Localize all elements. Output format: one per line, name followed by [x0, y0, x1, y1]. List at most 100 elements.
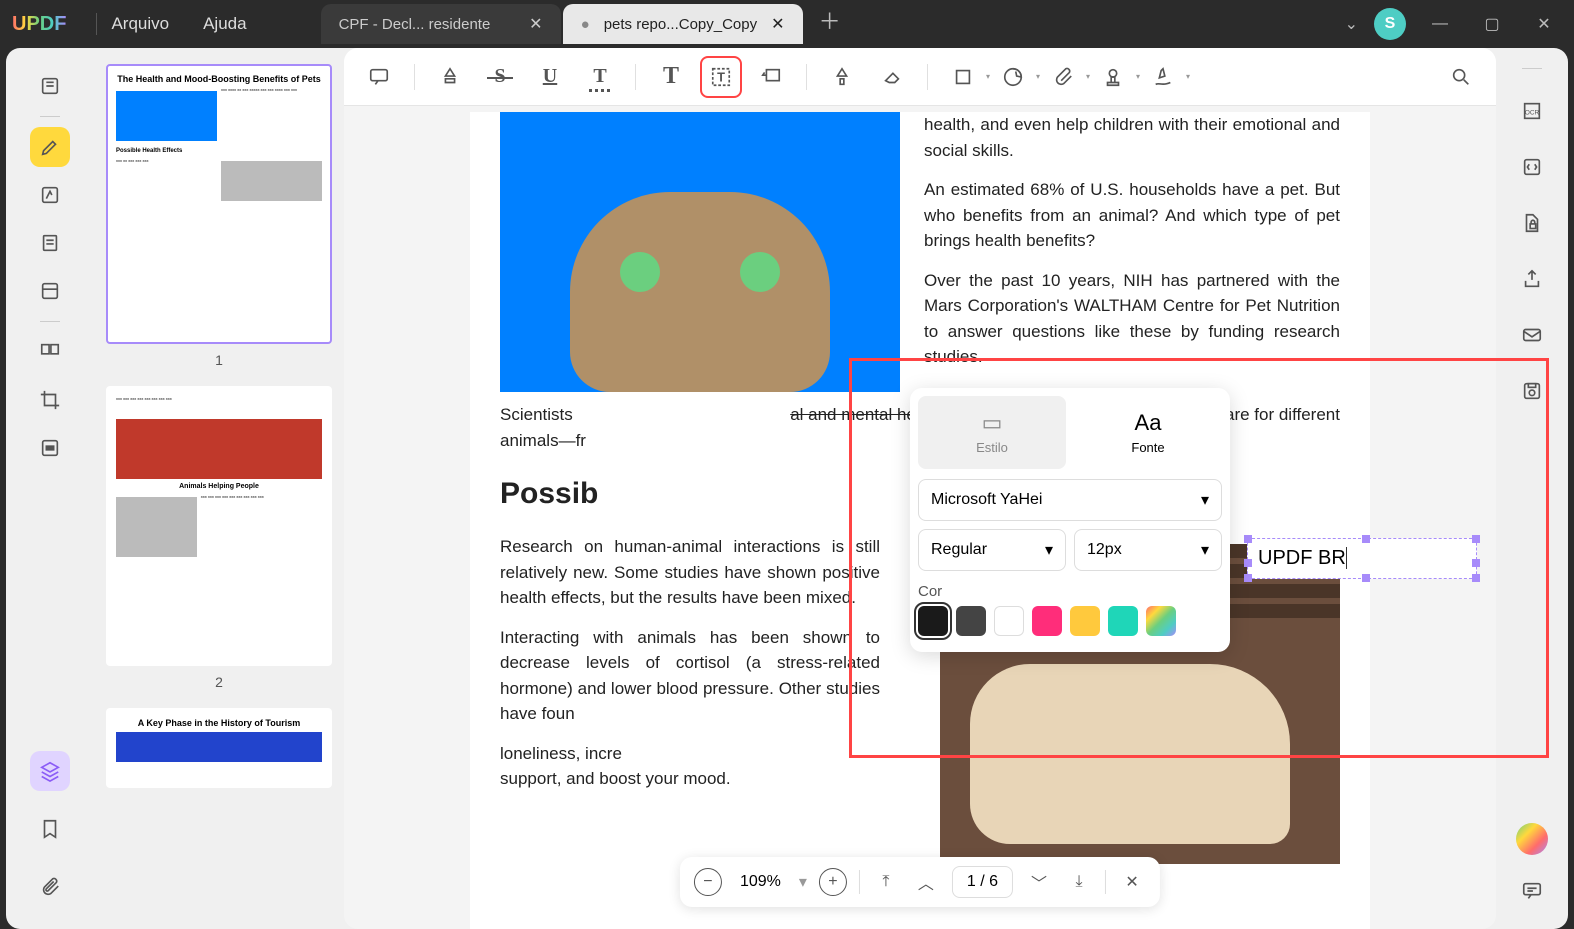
color-swatch-pink[interactable] — [1032, 606, 1062, 636]
redact-tool[interactable] — [30, 428, 70, 468]
save-icon[interactable] — [1516, 375, 1548, 407]
prev-page-button[interactable]: ︿ — [912, 868, 940, 896]
last-page-button[interactable]: ⤓ — [1065, 868, 1093, 896]
hero-image-cat — [500, 112, 900, 392]
color-swatch-white[interactable] — [994, 606, 1024, 636]
comments-panel-icon[interactable] — [1516, 875, 1548, 907]
page-input[interactable]: 1 / 6 — [952, 866, 1013, 898]
thumb-heading: Animals Helping People — [116, 483, 322, 490]
tab-add-button[interactable]: ＋ — [819, 4, 841, 44]
tab-close-icon[interactable]: ✕ — [529, 14, 542, 34]
ocr-icon[interactable]: OCR — [1516, 95, 1548, 127]
callout-icon[interactable] — [750, 56, 792, 98]
chevron-down-icon[interactable]: ▾ — [799, 872, 807, 892]
style-tab[interactable]: ▭ Estilo — [918, 396, 1066, 469]
highlight-icon[interactable] — [429, 56, 471, 98]
share-icon[interactable] — [1516, 263, 1548, 295]
main-area: S U T T T health, an — [344, 48, 1496, 929]
shape-icon[interactable] — [942, 56, 984, 98]
next-page-button[interactable]: ﹀ — [1025, 868, 1053, 896]
divider — [1522, 68, 1542, 69]
tab-bar: CPF - Decl... residente ✕ ● pets repo...… — [321, 4, 841, 44]
tab-close-icon[interactable]: ✕ — [771, 14, 784, 34]
close-button[interactable]: ✕ — [1526, 14, 1562, 34]
font-weight-select[interactable]: Regular▾ — [918, 529, 1066, 571]
pencil-icon[interactable] — [821, 56, 863, 98]
font-tab[interactable]: Aa Fonte — [1074, 396, 1222, 469]
left-toolbar-bottom — [30, 751, 70, 907]
annotate-tool[interactable] — [30, 127, 70, 167]
reader-tool[interactable] — [30, 66, 70, 106]
titlebar-right: ⌄ S — ▢ ✕ — [1345, 8, 1562, 40]
stamp-icon[interactable] — [1092, 56, 1134, 98]
app-logo: UPDF — [12, 13, 66, 36]
right-toolbar: OCR — [1496, 48, 1568, 929]
divider — [635, 64, 636, 90]
divider — [806, 64, 807, 90]
page-tool[interactable] — [30, 223, 70, 263]
search-icon[interactable] — [1440, 56, 1482, 98]
protect-icon[interactable] — [1516, 207, 1548, 239]
divider — [1105, 870, 1106, 894]
comment-icon[interactable] — [358, 56, 400, 98]
chevron-down-icon[interactable]: ⌄ — [1345, 14, 1358, 34]
signature-icon[interactable] — [1142, 56, 1184, 98]
color-label: Cor — [918, 583, 1222, 600]
minimize-button[interactable]: — — [1422, 15, 1458, 33]
text-annotation-input[interactable]: UPDF BR — [1247, 538, 1477, 579]
crop-tool[interactable] — [30, 380, 70, 420]
workspace: The Health and Mood-Boosting Benefits of… — [6, 48, 1568, 929]
page-navigator: − 109% ▾ + ⤒ ︿ 1 / 6 ﹀ ⤓ ✕ — [680, 857, 1160, 907]
edit-tool[interactable] — [30, 175, 70, 215]
attachment-tool[interactable] — [30, 867, 70, 907]
svg-text:T: T — [717, 69, 725, 84]
convert-icon[interactable] — [1516, 151, 1548, 183]
organize-tool[interactable] — [30, 332, 70, 372]
color-swatch-custom[interactable] — [1146, 606, 1176, 636]
text-icon[interactable]: T — [650, 56, 692, 98]
svg-text:OCR: OCR — [1525, 110, 1540, 117]
body-text: support, and boost your mood. — [500, 766, 880, 792]
sticker-icon[interactable] — [992, 56, 1034, 98]
chevron-down-icon: ▾ — [1045, 540, 1053, 560]
form-tool[interactable] — [30, 271, 70, 311]
body-text: Interacting with animals has been shown … — [500, 625, 880, 727]
strikethrough-icon[interactable]: S — [479, 56, 521, 98]
layers-tool[interactable] — [30, 751, 70, 791]
chevron-down-icon: ▾ — [1201, 490, 1209, 510]
divider — [40, 321, 60, 322]
font-size-select[interactable]: 12px▾ — [1074, 529, 1222, 571]
email-icon[interactable] — [1516, 319, 1548, 351]
thumb-title: The Health and Mood-Boosting Benefits of… — [116, 74, 322, 84]
eraser-icon[interactable] — [871, 56, 913, 98]
tab-inactive[interactable]: CPF - Decl... residente ✕ — [321, 4, 561, 44]
menu-file[interactable]: Arquivo — [111, 14, 169, 34]
attach-icon[interactable] — [1042, 56, 1084, 98]
menu-help[interactable]: Ajuda — [203, 14, 246, 34]
tab-active[interactable]: ● pets repo...Copy_Copy ✕ — [563, 4, 803, 44]
maximize-button[interactable]: ▢ — [1474, 14, 1510, 34]
bookmark-tool[interactable] — [30, 809, 70, 849]
squiggly-icon[interactable]: T — [579, 56, 621, 98]
zoom-value[interactable]: 109% — [734, 873, 787, 891]
color-swatch-yellow[interactable] — [1070, 606, 1100, 636]
underline-icon[interactable]: U — [529, 56, 571, 98]
textbox-icon[interactable]: T — [700, 56, 742, 98]
color-swatch-black[interactable] — [918, 606, 948, 636]
thumbnail-page-1[interactable]: The Health and Mood-Boosting Benefits of… — [106, 64, 332, 344]
color-swatch-teal[interactable] — [1108, 606, 1138, 636]
font-family-select[interactable]: Microsoft YaHei▾ — [918, 479, 1222, 521]
color-swatch-darkgrey[interactable] — [956, 606, 986, 636]
chevron-down-icon: ▾ — [1201, 540, 1209, 560]
divider — [859, 870, 860, 894]
thumbnail-page-2[interactable]: xxx xxx xxx xxx xxx xxx xxx xxx Animals … — [106, 386, 332, 666]
updf-ai-icon[interactable] — [1516, 823, 1548, 855]
close-pager-button[interactable]: ✕ — [1118, 868, 1146, 896]
thumb-subtitle: Possible Health Effects — [116, 148, 322, 154]
zoom-out-button[interactable]: − — [694, 868, 722, 896]
first-page-button[interactable]: ⤒ — [872, 868, 900, 896]
zoom-in-button[interactable]: + — [819, 868, 847, 896]
thumbnail-page-3[interactable]: A Key Phase in the History of Tourism — [106, 708, 332, 788]
user-avatar[interactable]: S — [1374, 8, 1406, 40]
divider — [927, 64, 928, 90]
